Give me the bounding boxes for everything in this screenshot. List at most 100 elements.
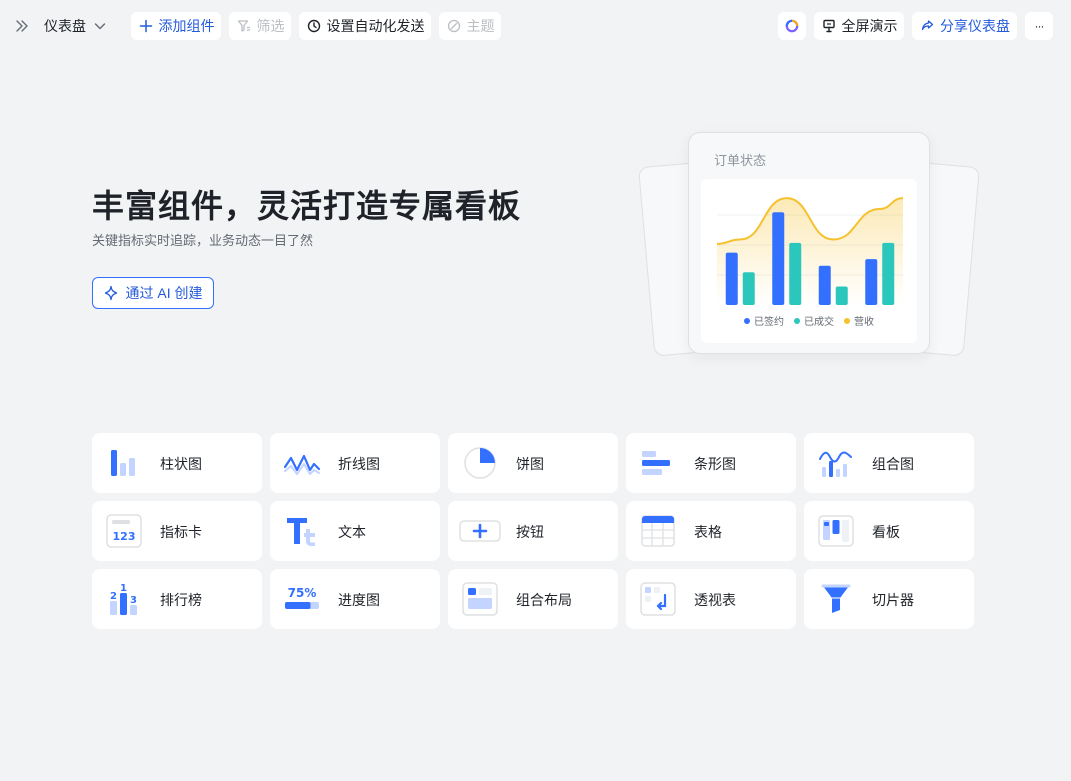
share-dashboard-button[interactable]: 分享仪表盘 xyxy=(912,12,1017,40)
hero-subtitle: 关键指标实时追踪，业务动态一目了然 xyxy=(92,233,314,248)
component-pivot-table[interactable]: 透视表 xyxy=(626,569,796,629)
component-label: 透视表 xyxy=(694,592,736,608)
double-chevron-right-icon xyxy=(14,18,30,34)
horizontal-bar-icon xyxy=(640,445,676,481)
rank-digit-1: 1 xyxy=(120,583,127,594)
component-label: 切片器 xyxy=(872,592,914,608)
component-label: 指标卡 xyxy=(160,524,202,540)
fullscreen-label: 全屏演示 xyxy=(841,18,898,34)
pie-chart-icon xyxy=(462,445,498,481)
automation-button[interactable]: 设置自动化发送 xyxy=(299,12,431,40)
filter-label: 筛选 xyxy=(256,18,285,34)
illustration-chart-card: 订单状态 已签约 已成交 营收 xyxy=(688,132,930,354)
bar-已成交-4 xyxy=(882,242,895,305)
hero-title: 丰富组件，灵活打造专属看板 xyxy=(92,188,522,224)
progress-icon: 75% xyxy=(284,581,320,617)
component-label: 看板 xyxy=(872,524,900,540)
component-slicer[interactable]: 切片器 xyxy=(804,569,974,629)
legend-label-revenue: 营收 xyxy=(854,317,874,328)
table-icon xyxy=(640,513,676,549)
component-label: 条形图 xyxy=(694,456,736,472)
legend-label-signed: 已签约 xyxy=(754,317,784,328)
chart-card-title: 订单状态 xyxy=(714,153,767,168)
automation-label: 设置自动化发送 xyxy=(326,18,425,34)
component-combo-chart[interactable]: 组合图 xyxy=(804,433,974,493)
bar-chart-icon xyxy=(106,445,142,481)
component-table[interactable]: 表格 xyxy=(626,501,796,561)
component-label: 折线图 xyxy=(338,456,380,472)
component-progress[interactable]: 75% 进度图 xyxy=(270,569,440,629)
component-label: 按钮 xyxy=(516,524,544,540)
ranking-icon: 12 3 xyxy=(106,581,142,617)
component-grid: 柱状图 折线图 饼图 条形图 组合图 123 指标卡 文本 按钮 表格 看板 1… xyxy=(92,433,974,629)
combo-chart-icon xyxy=(818,445,854,481)
component-label: 排行榜 xyxy=(160,592,202,608)
component-label: 柱状图 xyxy=(160,456,202,472)
legend-dot-signed xyxy=(744,317,750,324)
metric-icon-number: 123 xyxy=(113,530,136,543)
filter-button[interactable]: 筛选 xyxy=(229,12,291,40)
layout-icon xyxy=(462,581,498,617)
component-metric-card[interactable]: 123 指标卡 xyxy=(92,501,262,561)
legend-item-revenue: 营收 xyxy=(844,313,874,328)
legend-dot-closed xyxy=(794,317,800,324)
dashboard-title-dropdown[interactable]: 仪表盘 xyxy=(44,12,108,40)
legend-item-closed: 已成交 xyxy=(794,313,834,328)
filter-icon xyxy=(236,18,252,34)
presentation-icon xyxy=(821,18,837,34)
ai-ring-icon xyxy=(784,18,800,34)
progress-icon-percent: 75% xyxy=(288,586,317,600)
pivot-table-icon xyxy=(640,581,676,617)
palette-icon xyxy=(446,18,462,34)
component-label: 组合图 xyxy=(872,456,914,472)
ai-assistant-button[interactable] xyxy=(778,12,806,40)
theme-button[interactable]: 主题 xyxy=(439,12,501,40)
share-label: 分享仪表盘 xyxy=(940,18,1010,34)
bar-已签约-2 xyxy=(772,212,785,305)
create-with-ai-label: 通过 AI 创建 xyxy=(125,285,203,301)
bar-已成交-1 xyxy=(742,272,755,305)
chart-legend: 已签约 已成交 营收 xyxy=(701,313,917,328)
component-layout[interactable]: 组合布局 xyxy=(448,569,618,629)
expand-sidebar-button[interactable] xyxy=(14,12,30,40)
dashboard-title: 仪表盘 xyxy=(44,18,86,34)
add-widget-button[interactable]: 添加组件 xyxy=(131,12,221,40)
text-icon xyxy=(284,513,320,549)
more-button[interactable]: ··· xyxy=(1025,12,1053,40)
fullscreen-button[interactable]: 全屏演示 xyxy=(814,12,904,40)
component-ranking[interactable]: 12 3 排行榜 xyxy=(92,569,262,629)
component-label: 进度图 xyxy=(338,592,380,608)
rank-digit-2: 2 xyxy=(110,591,117,602)
bar-已签约-4 xyxy=(865,259,878,305)
component-bar-chart[interactable]: 柱状图 xyxy=(92,433,262,493)
legend-dot-revenue xyxy=(844,317,850,324)
component-kanban[interactable]: 看板 xyxy=(804,501,974,561)
line-chart-icon xyxy=(284,445,320,481)
component-line-chart[interactable]: 折线图 xyxy=(270,433,440,493)
plus-icon xyxy=(138,18,154,34)
button-icon xyxy=(459,513,501,549)
component-button[interactable]: 按钮 xyxy=(448,501,618,561)
rank-digit-3: 3 xyxy=(130,595,137,606)
slicer-icon xyxy=(818,581,854,617)
component-label: 饼图 xyxy=(516,456,544,472)
add-widget-label: 添加组件 xyxy=(158,18,215,34)
component-text[interactable]: 文本 xyxy=(270,501,440,561)
component-pie-chart[interactable]: 饼图 xyxy=(448,433,618,493)
chevron-down-icon xyxy=(92,18,108,34)
component-horizontal-bar[interactable]: 条形图 xyxy=(626,433,796,493)
create-with-ai-button[interactable]: 通过 AI 创建 xyxy=(92,277,214,309)
metric-card-icon: 123 xyxy=(106,513,142,549)
bar-已成交-3 xyxy=(835,286,848,305)
legend-label-closed: 已成交 xyxy=(804,317,834,328)
legend-item-signed: 已签约 xyxy=(744,313,784,328)
clock-icon xyxy=(306,18,322,34)
component-label: 表格 xyxy=(694,524,722,540)
theme-label: 主题 xyxy=(466,18,495,34)
more-icon: ··· xyxy=(1034,19,1045,33)
bar-已成交-2 xyxy=(789,242,802,305)
share-icon xyxy=(919,18,935,34)
bar-已签约-1 xyxy=(725,252,738,305)
bar-已签约-3 xyxy=(818,265,831,305)
order-status-chart: 已签约 已成交 营收 xyxy=(701,179,917,343)
